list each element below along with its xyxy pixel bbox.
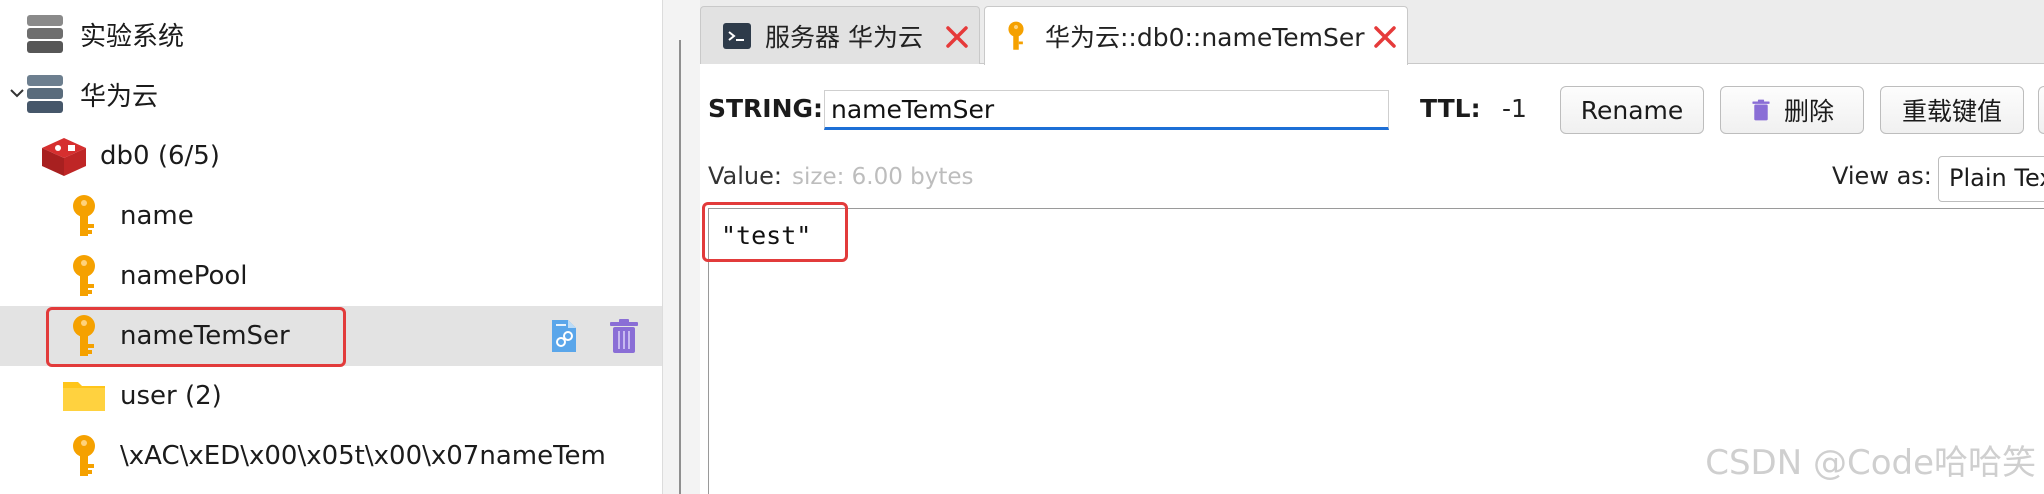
tree-item-label: namePool xyxy=(120,261,248,291)
value-size: size: 6.00 bytes xyxy=(792,164,974,190)
app-window: 实验系统 华为云 db0 (6/5) name namePool nameTem… xyxy=(0,0,2044,494)
key-editor-panel: 服务器 华为云 华为云::db0::nameTemSer STRING: nam… xyxy=(700,0,2044,494)
key-icon xyxy=(73,435,95,476)
key-info-toolbar: STRING: TTL: -1 Rename 删除 重载键值 xyxy=(700,84,2044,136)
delete-button-label: 删除 xyxy=(1783,97,1834,126)
tab-label: 服务器 华为云 xyxy=(765,22,923,52)
watermark-text: CSDN @Code哈哈笑 xyxy=(1705,443,2036,483)
copy-link-icon[interactable] xyxy=(546,318,582,354)
tree-item-folder[interactable]: user (2) xyxy=(0,366,662,426)
tree-item-label: 实验系统 xyxy=(80,21,185,52)
chevron-down-icon[interactable] xyxy=(10,86,24,100)
rename-button-label: Rename xyxy=(1580,95,1684,125)
tree-scrollbar[interactable] xyxy=(662,0,700,494)
tree-item-key[interactable]: name xyxy=(0,186,662,246)
tab-bar: 服务器 华为云 华为云::db0::nameTemSer xyxy=(700,0,2044,65)
value-text: "test" xyxy=(721,221,812,250)
ttl-value: -1 xyxy=(1502,94,1527,123)
terminal-icon xyxy=(723,23,751,49)
connection-tree: 实验系统 华为云 db0 (6/5) name namePool nameTem… xyxy=(0,0,662,494)
tree-item-key[interactable]: namePool xyxy=(0,246,662,306)
tab-server-console[interactable]: 服务器 华为云 xyxy=(700,6,980,64)
tree-item-database[interactable]: db0 (6/5) xyxy=(0,126,662,186)
delete-button[interactable]: 删除 xyxy=(1720,86,1864,134)
key-icon xyxy=(73,315,95,356)
view-as-value: Plain Text xyxy=(1949,164,2044,192)
view-as-label: View as: xyxy=(1832,162,1932,190)
tab-key-namemser[interactable]: 华为云::db0::nameTemSer xyxy=(984,6,1408,65)
key-icon xyxy=(73,255,95,296)
value-header: Value: size: 6.00 bytes View as: Plain T… xyxy=(700,156,2044,202)
tab-label: 华为云::db0::nameTemSer xyxy=(1045,23,1365,52)
overflow-button[interactable] xyxy=(2038,86,2044,134)
scrollbar-thumb[interactable] xyxy=(679,40,681,494)
folder-icon xyxy=(63,382,105,411)
reload-button-label: 重载键值 xyxy=(1901,97,2002,126)
rename-button[interactable]: Rename xyxy=(1560,86,1704,134)
tree-item-label: db0 (6/5) xyxy=(100,141,220,171)
key-name-input[interactable] xyxy=(824,90,1389,130)
key-icon xyxy=(1008,21,1024,50)
key-type-label: STRING: xyxy=(708,94,824,123)
tree-item-server-1[interactable]: 实验系统 xyxy=(0,4,662,64)
tree-item-label: 华为云 xyxy=(80,81,159,112)
trash-icon xyxy=(1752,99,1770,121)
server-stack-icon xyxy=(27,75,63,113)
tree-item-key[interactable]: \xAC\xED\x00\x05t\x00\x07nameTem xyxy=(0,426,662,486)
reload-value-button[interactable]: 重载键值 xyxy=(1880,86,2024,134)
ttl-label: TTL: xyxy=(1420,94,1481,123)
view-as-select[interactable]: Plain Text xyxy=(1938,156,2044,202)
key-icon xyxy=(73,195,95,236)
close-icon[interactable] xyxy=(945,25,969,49)
tree-item-label: \xAC\xED\x00\x05t\x00\x07nameTem xyxy=(120,441,606,471)
trash-icon[interactable] xyxy=(606,318,642,354)
tree-item-label: nameTemSer xyxy=(120,321,290,351)
redis-database-icon xyxy=(42,138,86,176)
tree-item-label: name xyxy=(120,201,194,231)
value-label: Value: xyxy=(708,162,782,190)
close-icon[interactable] xyxy=(1373,25,1397,49)
server-stack-icon xyxy=(27,15,63,53)
tree-item-key-selected[interactable]: nameTemSer xyxy=(0,306,662,366)
tree-item-label: user (2) xyxy=(120,381,222,411)
tree-item-server-2[interactable]: 华为云 xyxy=(0,64,662,124)
